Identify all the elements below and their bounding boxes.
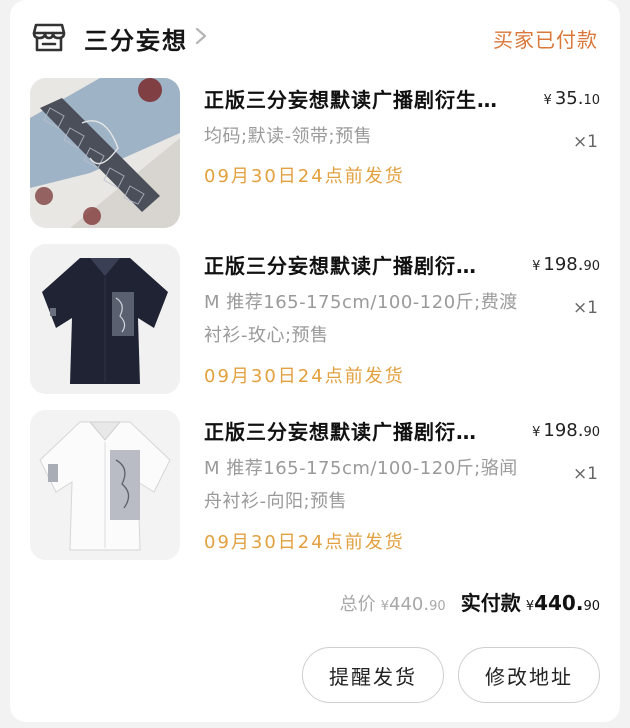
product-specs[interactable]: M 推荐165-175cm/100-120斤;骆闻 舟衬衫-向阳;预售 [204, 452, 534, 518]
paid-dec: 90 [583, 599, 600, 614]
product-image-white-shirt[interactable] [30, 410, 180, 560]
price-int: 198. [543, 254, 584, 275]
quantity: ×1 [572, 132, 598, 152]
paid-amount: ¥440.90 [526, 591, 600, 615]
product-specs[interactable]: M 推荐165-175cm/100-120斤;费渡 衬衫-玫心;预售 [204, 286, 534, 352]
order-header: 三分妄想 买家已付款 [10, 0, 620, 76]
currency-symbol: ¥ [532, 425, 541, 440]
spec-line: 均码;默读-领带;预售 [204, 126, 373, 147]
spec-line: M 推荐165-175cm/100-120斤;费渡 [204, 292, 518, 313]
order-item[interactable]: 正版三分妄想默读广播剧衍… ¥198.90 M 推荐165-175cm/100-… [10, 410, 620, 560]
total-label: 总价 [339, 594, 376, 615]
store-icon[interactable] [32, 20, 66, 54]
product-title[interactable]: 正版三分妄想默读广播剧衍… [204, 416, 524, 445]
product-price: ¥35.10 [544, 88, 600, 109]
paid-label: 实付款 [460, 591, 521, 615]
change-address-button[interactable]: 修改地址 [458, 647, 600, 703]
currency-symbol: ¥ [380, 599, 389, 614]
quantity: ×1 [572, 298, 598, 318]
product-title[interactable]: 正版三分妄想默读广播剧衍生… [204, 84, 524, 113]
paid-int: 440. [534, 591, 584, 615]
price-dec: 90 [583, 259, 600, 274]
total-amount: ¥440.90 [381, 594, 446, 615]
order-totals: 总价 ¥440.90 实付款 ¥440.90 [340, 587, 600, 616]
chevron-right-icon[interactable] [194, 26, 208, 46]
spec-line: 衬衫-玫心;预售 [204, 325, 329, 346]
ship-note: 09月30日24点前发货 [204, 532, 405, 553]
spec-line: M 推荐165-175cm/100-120斤;骆闻 [204, 458, 518, 479]
order-item[interactable]: 正版三分妄想默读广播剧衍… ¥198.90 M 推荐165-175cm/100-… [10, 244, 620, 394]
ship-note: 09月30日24点前发货 [204, 366, 405, 387]
order-item[interactable]: 正版三分妄想默读广播剧衍生… ¥35.10 均码;默读-领带;预售 ×1 09月… [10, 78, 620, 228]
product-title[interactable]: 正版三分妄想默读广播剧衍… [204, 250, 524, 279]
currency-symbol: ¥ [532, 259, 541, 274]
total-int: 440. [389, 594, 430, 615]
quantity: ×1 [572, 464, 598, 484]
order-card: 三分妄想 买家已付款 正版三分妄想默读广播剧衍生… ¥ 35.10 均码;默读-… [10, 0, 620, 722]
currency-symbol: ¥ [525, 599, 535, 614]
product-image-black-shirt[interactable] [30, 244, 180, 394]
remind-shipping-button[interactable]: 提醒发货 [302, 647, 444, 703]
price-int: 198. [543, 420, 584, 441]
order-status: 买家已付款 [493, 28, 598, 52]
spec-line: 舟衬衫-向阳;预售 [204, 491, 348, 512]
currency-symbol: ¥ [543, 93, 552, 108]
total-dec: 90 [429, 599, 446, 614]
product-image-tie[interactable] [30, 78, 180, 228]
store-name[interactable]: 三分妄想 [84, 21, 188, 56]
product-price: ¥198.90 [532, 254, 600, 275]
product-price: ¥198.90 [532, 420, 600, 441]
ship-note: 09月30日24点前发货 [204, 166, 405, 187]
price-int: 35. [554, 88, 584, 109]
product-specs[interactable]: 均码;默读-领带;预售 [204, 120, 534, 153]
price-dec: 10 [583, 93, 600, 108]
price-dec: 90 [583, 425, 600, 440]
